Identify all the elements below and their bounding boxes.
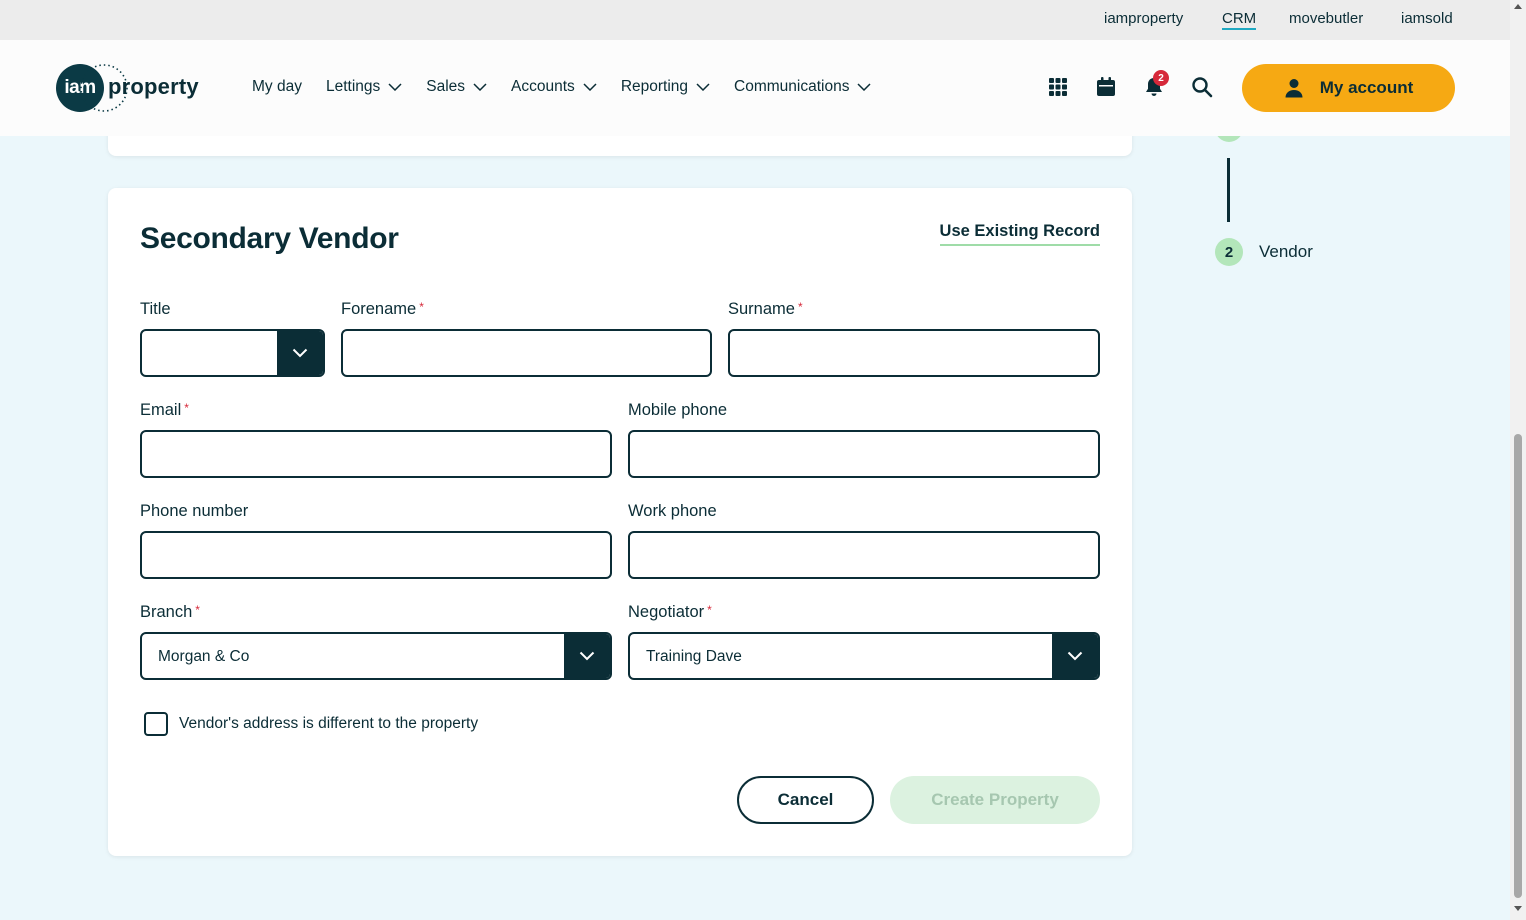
label-text: Email — [140, 401, 182, 419]
different-address-checkbox[interactable] — [144, 712, 168, 736]
nav-my-day[interactable]: My day — [252, 78, 302, 96]
required-asterisk: * — [184, 401, 189, 415]
branch-select-value: Morgan & Co — [158, 648, 250, 665]
my-account-button[interactable]: My account — [1242, 64, 1455, 112]
negotiator-select-arrow — [1052, 634, 1098, 678]
chevron-down-icon — [857, 83, 871, 91]
nav-sales[interactable]: Sales — [426, 78, 487, 96]
chevron-down-icon — [696, 83, 710, 91]
label-text: Mobile phone — [628, 401, 728, 419]
nav-communications[interactable]: Communications — [734, 78, 871, 96]
label-text: Negotiator — [628, 603, 705, 621]
chevron-down-icon — [388, 83, 402, 91]
user-icon — [1285, 79, 1303, 98]
brand-strip: iamproperty CRM movebutler iamsold — [0, 0, 1510, 40]
chevron-down-icon — [292, 348, 308, 358]
nav-label: Accounts — [511, 78, 575, 95]
forename-label: Forename * — [341, 300, 424, 319]
label-text: Phone number — [140, 502, 249, 520]
surname-input[interactable] — [728, 329, 1100, 377]
phone-number-input[interactable] — [140, 531, 612, 579]
work-phone-label: Work phone — [628, 502, 717, 521]
email-label: Email * — [140, 401, 189, 420]
label-text: Surname — [728, 300, 795, 318]
title-select-arrow — [277, 331, 323, 375]
apps-grid-icon[interactable] — [1047, 76, 1069, 98]
brand-link-iamsold[interactable]: iamsold — [1401, 10, 1453, 27]
nav-label: Sales — [426, 78, 466, 95]
search-icon[interactable] — [1191, 76, 1213, 98]
brand-link-iamproperty[interactable]: iamproperty — [1104, 10, 1183, 27]
title-label: Title — [140, 300, 171, 319]
surname-label: Surname * — [728, 300, 803, 319]
nav-label: Reporting — [620, 78, 689, 95]
email-input[interactable] — [140, 430, 612, 478]
logo[interactable]: iam property — [56, 64, 206, 114]
chevron-down-icon — [583, 83, 597, 91]
nav-label: Communications — [734, 78, 850, 95]
main-navbar: iam property My day Lettings Sales Accou… — [0, 40, 1510, 136]
cancel-button[interactable]: Cancel — [737, 776, 874, 824]
label-text: Forename — [341, 300, 417, 318]
negotiator-select-value: Training Dave — [646, 648, 742, 665]
negotiator-label: Negotiator * — [628, 603, 712, 622]
title-select[interactable] — [140, 329, 325, 377]
nav-reporting[interactable]: Reporting — [621, 78, 710, 96]
required-asterisk: * — [707, 603, 712, 617]
required-asterisk: * — [195, 603, 200, 617]
phone-number-label: Phone number — [140, 502, 248, 521]
brand-link-movebutler[interactable]: movebutler — [1289, 10, 1363, 27]
notification-badge: 2 — [1153, 70, 1169, 86]
required-asterisk: * — [797, 300, 803, 314]
label-text: Branch — [140, 603, 193, 621]
scrollbar-thumb[interactable] — [1514, 434, 1522, 898]
card-title: Secondary Vendor — [140, 222, 399, 255]
scroll-up-arrow-icon[interactable] — [1514, 4, 1522, 9]
create-property-button[interactable]: Create Property — [890, 776, 1100, 824]
mobile-phone-label: Mobile phone — [628, 401, 727, 420]
label-text: Title — [140, 300, 171, 318]
negotiator-select[interactable]: Training Dave — [628, 632, 1100, 680]
branch-select[interactable]: Morgan & Co — [140, 632, 612, 680]
page-scrollbar[interactable] — [1510, 0, 1526, 920]
calendar-icon[interactable] — [1095, 76, 1117, 98]
different-address-label[interactable]: Vendor's address is different to the pro… — [179, 715, 478, 733]
work-phone-input[interactable] — [628, 531, 1100, 579]
secondary-vendor-card: Secondary Vendor Use Existing Record Tit… — [108, 188, 1132, 856]
nav-accounts[interactable]: Accounts — [511, 78, 597, 96]
stepper-connector — [1227, 158, 1230, 222]
scroll-down-arrow-icon[interactable] — [1514, 906, 1522, 911]
brand-link-crm[interactable]: CRM — [1222, 10, 1257, 30]
nav-lettings[interactable]: Lettings — [326, 78, 402, 96]
use-existing-record-link[interactable]: Use Existing Record — [939, 222, 1100, 246]
logo-text: property — [108, 74, 199, 99]
mobile-phone-input[interactable] — [628, 430, 1100, 478]
step-number-vendor[interactable]: 2 — [1215, 238, 1243, 266]
label-text: Work phone — [628, 502, 717, 520]
nav-label: Lettings — [325, 78, 381, 95]
primary-nav: My day Lettings Sales Accounts Reporting… — [252, 78, 895, 96]
chevron-down-icon — [1067, 651, 1083, 661]
my-account-label: My account — [1319, 78, 1414, 97]
forename-input[interactable] — [341, 329, 712, 377]
branch-label: Branch * — [140, 603, 200, 622]
branch-select-arrow — [564, 634, 610, 678]
required-asterisk: * — [419, 300, 424, 314]
chevron-down-icon — [473, 83, 487, 91]
step-label-vendor[interactable]: Vendor — [1259, 242, 1313, 262]
chevron-down-icon — [579, 651, 595, 661]
nav-label: My day — [252, 78, 302, 95]
